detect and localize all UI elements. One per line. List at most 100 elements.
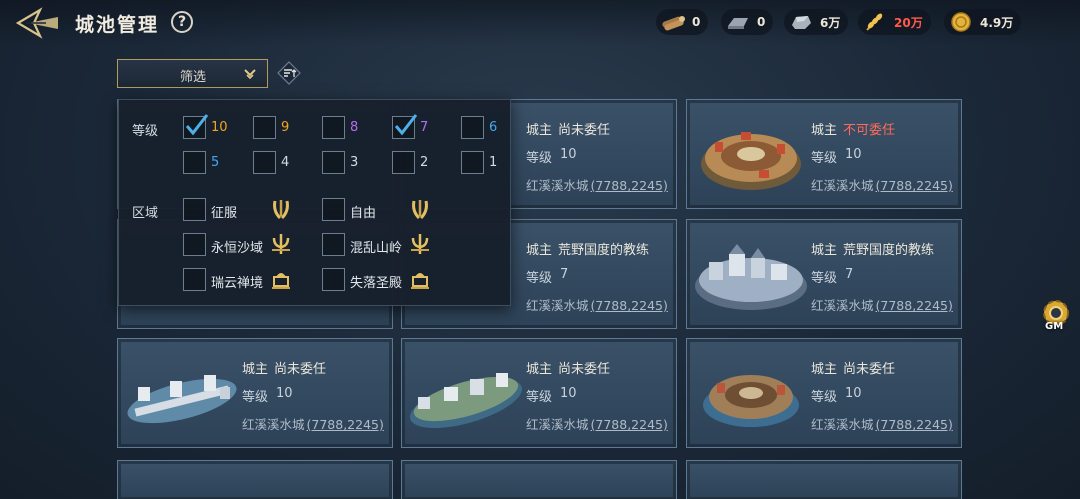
back-button[interactable]	[14, 6, 62, 40]
city-name: 红溪溪水城	[811, 417, 874, 432]
city-location: 红溪溪水城 (7788,2245)	[526, 295, 668, 314]
lord-row: 城主 不可委任	[811, 119, 895, 138]
lord-label: 城主	[811, 243, 838, 258]
city-card[interactable]: 城主 尚未委任 等级 10 红溪溪水城 (7788,2245)	[686, 338, 962, 448]
region-checkbox-freedom[interactable]	[322, 198, 345, 221]
island-city-thumbnail	[409, 373, 523, 429]
bridge-city-thumbnail	[127, 375, 237, 424]
level-value: 10	[845, 147, 862, 162]
level-value: 10	[560, 386, 577, 401]
lord-label: 城主	[811, 123, 838, 138]
city-coordinate-link[interactable]: (7788,2245)	[307, 417, 384, 432]
wheat-emblem-icon	[273, 200, 289, 220]
gm-button[interactable]: GM	[1038, 295, 1074, 337]
help-button[interactable]: ?	[171, 11, 193, 33]
city-location: 红溪溪水城 (7788,2245)	[811, 175, 953, 194]
level-checkbox-4[interactable]	[253, 151, 276, 174]
city-card[interactable]: 城主 不可委任 等级 10 红溪溪水城 (7788,2245)	[686, 99, 962, 209]
resource-value: 0	[757, 15, 766, 29]
level-label: 等级	[526, 390, 553, 405]
city-coordinate-link[interactable]: (7788,2245)	[591, 178, 668, 193]
resource-iron[interactable]: 0	[721, 9, 774, 35]
city-name: 红溪溪水城	[526, 298, 589, 313]
resource-value: 0	[692, 15, 701, 29]
lord-row: 城主 荒野国度的教练	[811, 239, 934, 258]
sort-button[interactable]	[277, 61, 301, 85]
level-option-label: 7	[420, 120, 429, 135]
resource-stone[interactable]: 6万	[784, 9, 849, 35]
resource-wood[interactable]: 0	[656, 9, 709, 35]
temple-emblem-icon	[411, 273, 429, 289]
lord-status: 尚未委任	[558, 362, 611, 377]
level-checkbox-3[interactable]	[322, 151, 345, 174]
iron-ingot-icon	[725, 11, 751, 33]
resource-value: 6万	[820, 15, 841, 30]
region-option-label: 征服	[211, 206, 238, 221]
city-coordinate-link[interactable]: (7788,2245)	[876, 298, 953, 313]
city-coordinate-link[interactable]: (7788,2245)	[591, 298, 668, 313]
round-city-thumbnail	[701, 132, 801, 190]
lord-status: 尚未委任	[274, 362, 327, 377]
round-city-thumbnail	[703, 375, 799, 427]
lord-row: 城主 尚未委任	[811, 358, 895, 377]
resource-grain[interactable]: 20万	[858, 9, 931, 35]
region-checkbox-conquest[interactable]	[183, 198, 206, 221]
trident-emblem-icon	[272, 234, 290, 254]
level-checkbox-10[interactable]	[183, 114, 209, 139]
level-option-label: 6	[489, 120, 498, 135]
level-option-label: 10	[211, 120, 228, 135]
city-location: 红溪溪水城 (7788,2245)	[242, 414, 384, 433]
filter-dropdown[interactable]: 筛选	[117, 59, 268, 88]
city-card[interactable]: 城主 尚未委任 等级 10 红溪溪水城 (7788,2245)	[401, 338, 677, 448]
back-arrow-icon	[15, 7, 58, 39]
fortress-city-thumbnail	[695, 244, 807, 310]
lord-status: 尚未委任	[558, 123, 611, 138]
temple-emblem-icon	[272, 273, 290, 289]
level-option-label: 1	[489, 155, 498, 170]
lord-row: 城主 尚未委任	[526, 119, 610, 138]
lord-label: 城主	[242, 362, 269, 377]
level-label: 等级	[811, 390, 838, 405]
city-card[interactable]	[117, 460, 393, 499]
city-coordinate-link[interactable]: (7788,2245)	[876, 178, 953, 193]
lord-row: 城主 尚未委任	[242, 358, 326, 377]
lord-row: 城主 荒野国度的教练	[526, 239, 649, 258]
level-checkbox-1[interactable]	[461, 151, 484, 174]
region-checkbox-lost-temple[interactable]	[322, 268, 345, 291]
level-checkbox-2[interactable]	[392, 151, 415, 174]
level-option-label: 4	[281, 155, 290, 170]
level-checkbox-5[interactable]	[183, 151, 206, 174]
level-value: 10	[845, 386, 862, 401]
region-option-label: 永恒沙域	[211, 241, 264, 256]
level-label: 等级	[811, 151, 838, 166]
lord-label: 城主	[526, 123, 553, 138]
checkmark-icon	[394, 114, 418, 136]
city-card[interactable]: 城主 荒野国度的教练 等级 7 红溪溪水城 (7788,2245)	[686, 219, 962, 329]
city-card[interactable]	[401, 460, 677, 499]
city-coordinate-link[interactable]: (7788,2245)	[876, 417, 953, 432]
city-name: 红溪溪水城	[242, 417, 305, 432]
level-value: 7	[845, 267, 854, 282]
resource-gold[interactable]: 4.9万	[944, 9, 1022, 35]
city-location: 红溪溪水城 (7788,2245)	[526, 175, 668, 194]
level-option-label: 3	[350, 155, 359, 170]
region-option-label: 瑞云禅境	[211, 276, 264, 291]
lord-label: 城主	[526, 243, 553, 258]
level-label: 等级	[526, 271, 553, 286]
region-checkbox-chaos-mountains[interactable]	[322, 233, 345, 256]
region-checkbox-cloud-zen[interactable]	[183, 268, 206, 291]
level-checkbox-6[interactable]	[461, 116, 484, 139]
level-filter-label: 等级	[132, 124, 159, 139]
level-checkbox-8[interactable]	[322, 116, 345, 139]
level-checkbox-9[interactable]	[253, 116, 276, 139]
city-card[interactable]: 城主 尚未委任 等级 10 红溪溪水城 (7788,2245)	[117, 338, 393, 448]
city-coordinate-link[interactable]: (7788,2245)	[591, 417, 668, 432]
city-card[interactable]	[686, 460, 962, 499]
city-location: 红溪溪水城 (7788,2245)	[811, 295, 953, 314]
lord-label: 城主	[526, 362, 553, 377]
region-checkbox-eternal-sands[interactable]	[183, 233, 206, 256]
lord-label: 城主	[811, 362, 838, 377]
wheat-emblem-icon	[412, 200, 428, 220]
level-checkbox-7[interactable]	[392, 114, 418, 139]
level-option-label: 9	[281, 120, 290, 135]
